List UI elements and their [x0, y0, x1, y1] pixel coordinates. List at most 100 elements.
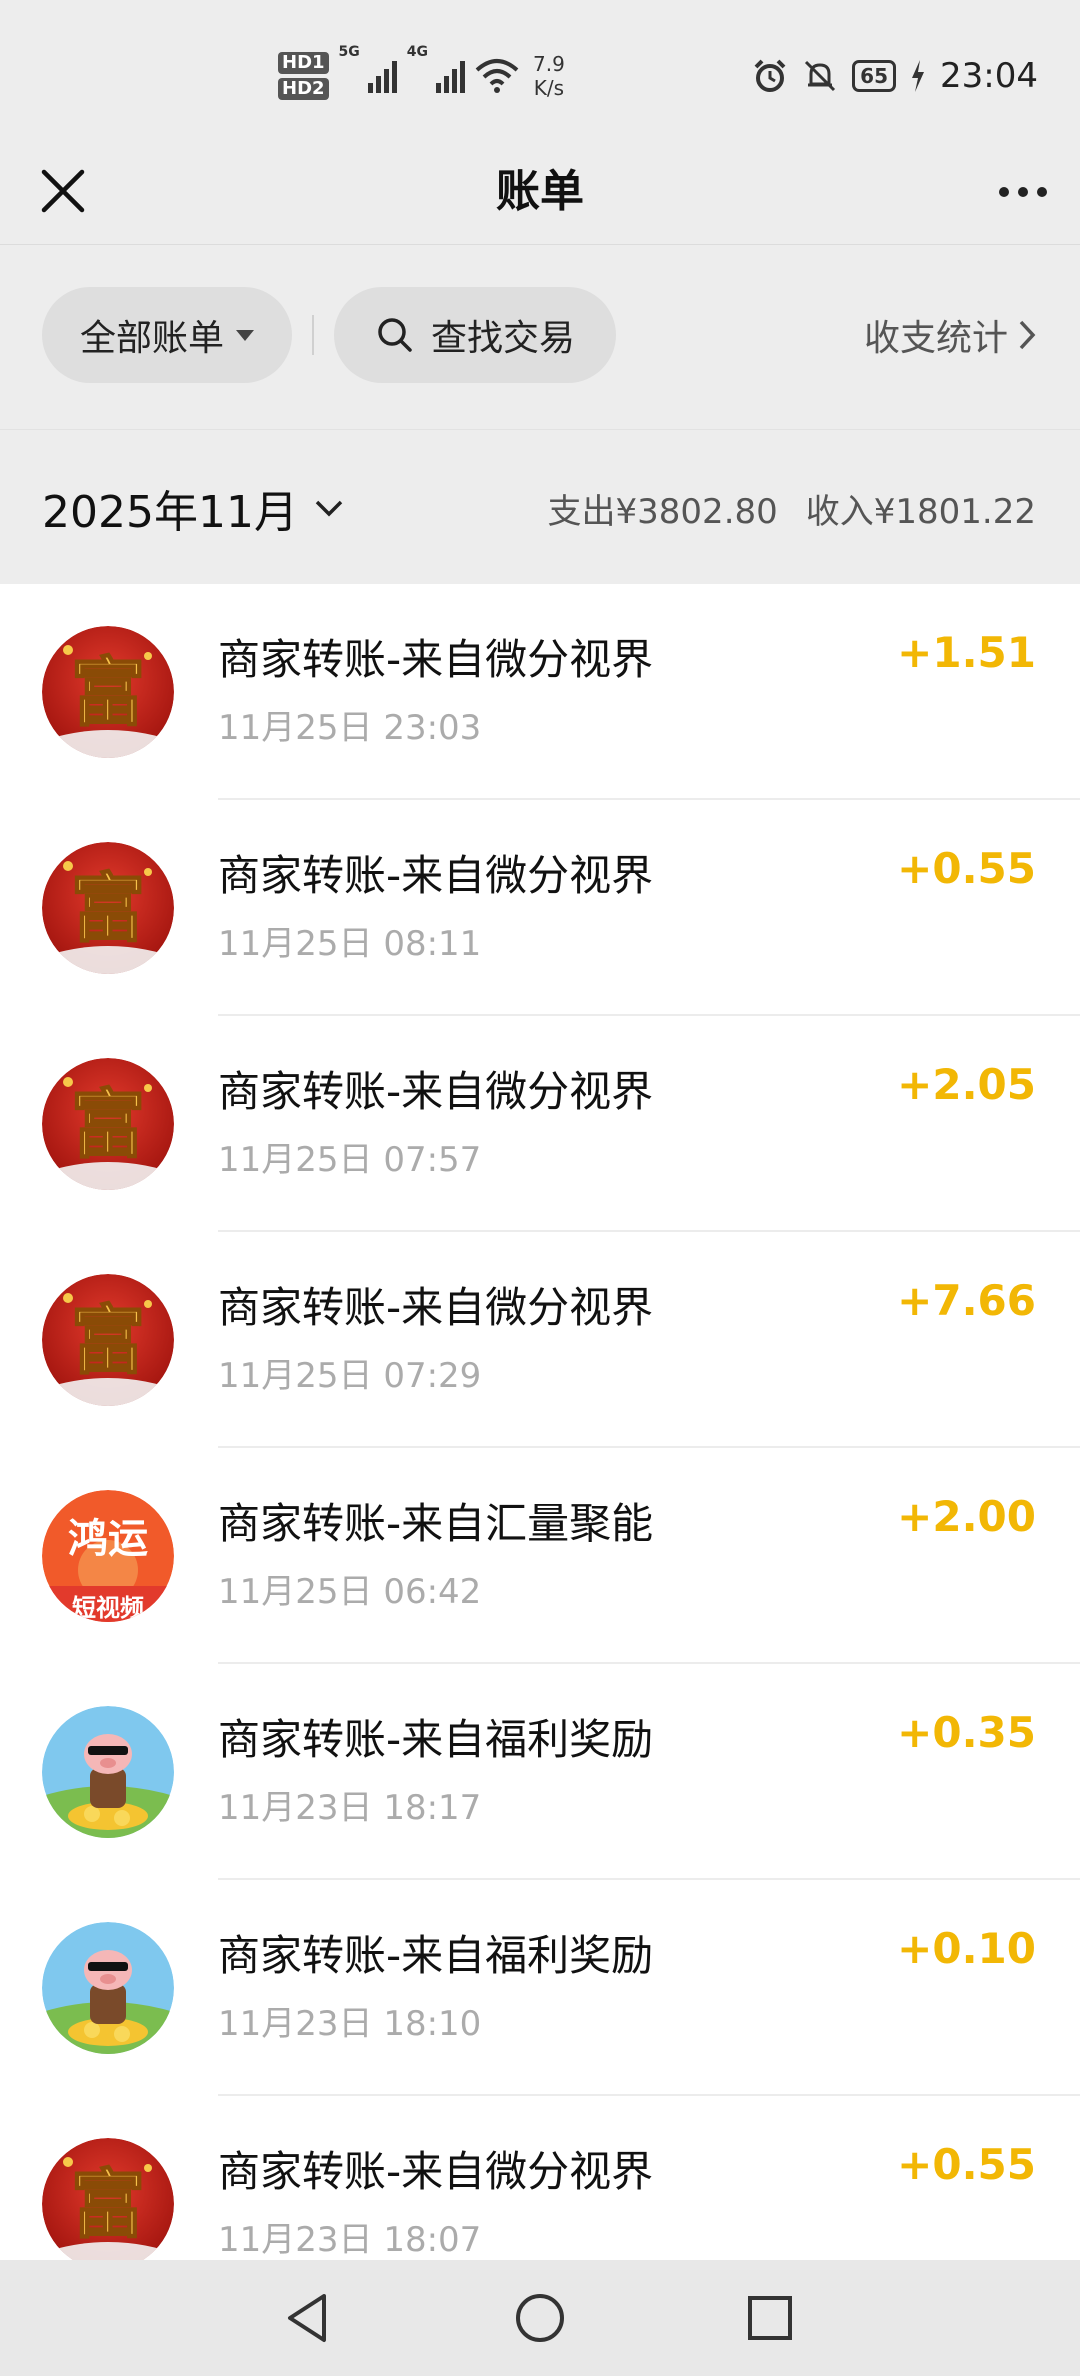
transaction-time: 11月23日 18:07 [218, 2220, 482, 2260]
fu-char: 富 [71, 650, 145, 736]
more-button[interactable] [992, 162, 1054, 222]
month-totals: 支出¥3802.80 收入¥1801.22 [548, 470, 1036, 546]
transaction-amount: +0.55 [897, 2140, 1036, 2189]
transaction-time: 11月25日 07:29 [218, 1356, 482, 1396]
transaction-name: 商家转账-来自福利奖励 [218, 1931, 654, 1980]
caret-down-icon [236, 329, 254, 341]
system-nav-bar [0, 2260, 1080, 2376]
income-total: 收入¥1801.22 [805, 491, 1036, 532]
hongyun-subtext: 短视频 [72, 1594, 144, 1622]
transaction-name: 商家转账-来自微分视界 [218, 635, 654, 684]
nav-home-button[interactable] [500, 2278, 580, 2358]
back-triangle-icon [288, 2294, 326, 2342]
transaction-row[interactable]: 富 商家转账-来自微分视界 11月25日 07:57 +2.05 [0, 1016, 1080, 1232]
transaction-time: 11月25日 06:42 [218, 1572, 482, 1612]
month-label: 2025年11月 [42, 487, 298, 538]
pig-icon [42, 1922, 174, 2054]
recents-square-icon [748, 2296, 792, 2340]
pig-avatar-art [42, 1922, 174, 2054]
transaction-row[interactable]: 鸿运 短视频 商家转账-来自汇量聚能 11月25日 06:42 +2.00 [0, 1448, 1080, 1664]
speed-unit: K/s [533, 76, 565, 100]
signal-icon [367, 59, 397, 93]
transaction-time: 11月25日 08:11 [218, 924, 482, 964]
filter-bar: 全部账单 查找交易 收支统计 [0, 245, 1080, 428]
transaction-amount: +1.51 [897, 628, 1036, 677]
home-circle-icon [516, 2294, 564, 2342]
hongyun-text: 鸿运 [68, 1516, 148, 1562]
mute-bell-icon [805, 60, 836, 92]
fu-icon: 富 [42, 1058, 174, 1190]
more-dot-icon [1037, 187, 1047, 197]
chevron-right-icon [1019, 320, 1036, 350]
month-selector[interactable]: 2025年11月 [42, 470, 344, 546]
transaction-name: 商家转账-来自微分视界 [218, 851, 654, 900]
status-bar: HD1 HD2 5G 4G 7.9 K/s 65 23:04 [0, 0, 1080, 140]
fu-char: 富 [71, 1298, 145, 1384]
transaction-amount: +0.35 [897, 1708, 1036, 1757]
income-expense-stats-link[interactable]: 收支统计 [864, 287, 1036, 383]
transaction-time: 11月23日 18:10 [218, 2004, 482, 2044]
transaction-amount: +2.05 [897, 1060, 1036, 1109]
search-transactions-button[interactable]: 查找交易 [334, 287, 616, 383]
hd-indicators: HD1 HD2 [278, 52, 329, 100]
pig-icon [42, 1706, 174, 1838]
transaction-row[interactable]: 商家转账-来自福利奖励 11月23日 18:17 +0.35 [0, 1664, 1080, 1880]
transaction-row[interactable]: 富 商家转账-来自微分视界 11月25日 07:29 +7.66 [0, 1232, 1080, 1448]
hd2-badge: HD2 [278, 78, 329, 100]
nav-recents-button[interactable] [730, 2278, 810, 2358]
transaction-time: 11月23日 18:17 [218, 1788, 482, 1828]
filter-separator [312, 315, 314, 355]
top-app-bar: 账单 [0, 140, 1080, 245]
fu-icon: 富 [42, 626, 174, 758]
transaction-row[interactable]: 富 商家转账-来自微分视界 11月25日 08:11 +0.55 [0, 800, 1080, 1016]
transaction-name: 商家转账-来自微分视界 [218, 1283, 654, 1332]
transaction-time: 11月25日 23:03 [218, 708, 482, 748]
transaction-list: 富商家转账-来自微分视界 11月25日 23:03 +1.51 富商家转账-来自微分视… [0, 584, 1080, 2260]
network-speed: 7.9 K/s [533, 52, 565, 100]
more-dot-icon [1018, 187, 1028, 197]
nav-back-button[interactable] [268, 2278, 348, 2358]
transaction-row[interactable]: 富 商家转账-来自微分视界 11月25日 23:03 +1.51 [0, 584, 1080, 800]
hongyun-avatar-art: 鸿运短视频 [42, 1490, 174, 1622]
fu-avatar-art: 富 [42, 1058, 174, 1190]
signal-icon-2 [436, 59, 465, 93]
status-right: 65 23:04 [752, 48, 1038, 104]
transaction-name: 商家转账-来自汇量聚能 [218, 1499, 654, 1548]
transaction-row[interactable]: 商家转账-来自福利奖励 11月23日 18:10 +0.10 [0, 1880, 1080, 2096]
page-title: 账单 [496, 166, 584, 217]
transaction-row[interactable]: 富 商家转账-来自微分视界 11月23日 18:07 +0.55 [0, 2096, 1080, 2260]
fu-icon: 富 [42, 1274, 174, 1406]
fu-avatar-art: 富 [42, 626, 174, 758]
fu-avatar-art: 富 [42, 842, 174, 974]
stats-label: 收支统计 [863, 318, 1008, 359]
all-bills-dropdown[interactable]: 全部账单 [42, 287, 292, 383]
transaction-amount: +7.66 [897, 1276, 1036, 1325]
month-summary-bar: 2025年11月 支出¥3802.80 收入¥1801.22 [0, 429, 1080, 585]
wifi-icon [475, 59, 519, 93]
status-time: 23:04 [940, 56, 1038, 96]
expense-total: 支出¥3802.80 [547, 491, 778, 532]
transaction-name: 商家转账-来自微分视界 [218, 1067, 654, 1116]
transaction-amount: +2.00 [897, 1492, 1036, 1541]
transaction-name: 商家转账-来自福利奖励 [218, 1715, 654, 1764]
network-type-5g: 5G [338, 44, 360, 60]
hongyun-icon: 鸿运 短视频 [42, 1490, 174, 1622]
battery-icon: 65 [852, 60, 897, 92]
fu-icon: 富 [42, 842, 174, 974]
pig-avatar-art [42, 1706, 174, 1838]
transaction-name: 商家转账-来自微分视界 [218, 2147, 654, 2196]
network-type-4g: 4G [406, 44, 428, 60]
status-left: HD1 HD2 5G 4G 7.9 K/s [278, 44, 565, 108]
speed-value: 7.9 [533, 52, 565, 76]
all-bills-label: 全部账单 [79, 318, 224, 359]
more-dot-icon [999, 187, 1009, 197]
charging-icon [912, 60, 925, 92]
chevron-down-icon [315, 500, 343, 517]
fu-char: 富 [71, 1082, 145, 1168]
search-icon [378, 318, 412, 352]
fu-avatar-art: 富 [42, 1274, 174, 1406]
hd1-badge: HD1 [278, 52, 329, 74]
fu-icon: 富 [42, 2138, 174, 2260]
fu-char: 富 [71, 866, 145, 952]
search-label: 查找交易 [430, 318, 575, 359]
